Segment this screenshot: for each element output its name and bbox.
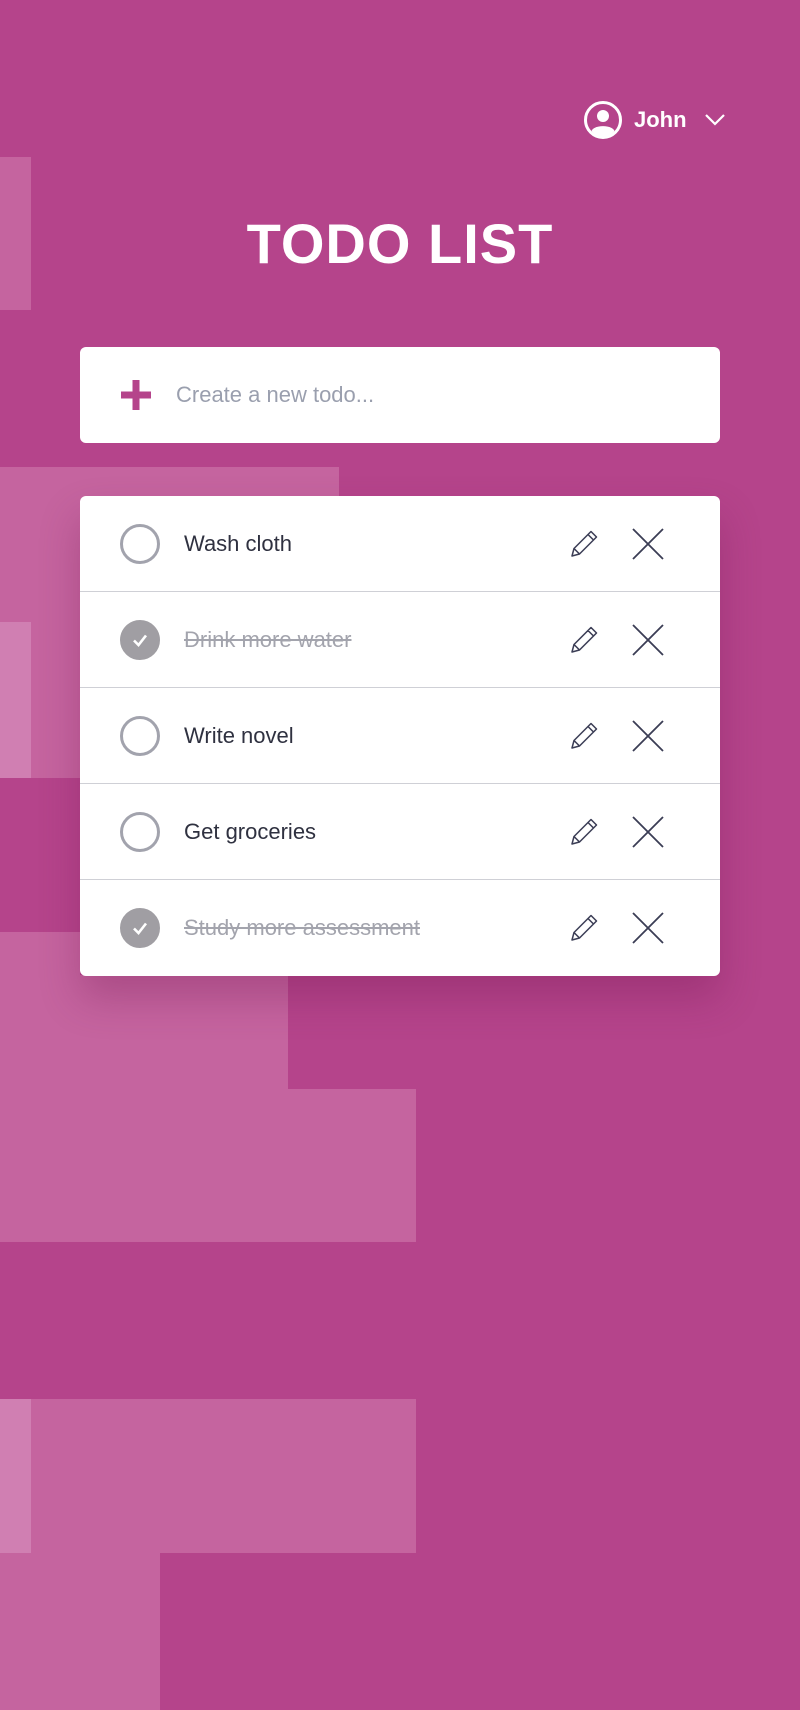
close-icon [632,527,664,560]
background-block [0,1553,160,1710]
edit-button[interactable] [564,812,604,852]
delete-button[interactable] [628,620,668,660]
check-icon [133,634,148,647]
todo-checkbox[interactable] [120,523,160,564]
todo-checkbox[interactable] [120,715,160,756]
todo-text: Drink more water [184,626,352,652]
todo-text: Study more assessment [184,915,420,940]
edit-button[interactable] [564,716,604,756]
delete-button[interactable] [628,908,668,948]
pencil-icon [571,722,598,749]
edit-button[interactable] [564,908,604,948]
todo-text: Wash cloth [184,530,293,556]
todo-item: Wash cloth [80,496,720,592]
delete-button[interactable] [628,716,668,756]
todo-item: Get groceries [80,784,720,880]
check-icon [133,922,148,935]
background-block [0,1089,416,1242]
edit-button[interactable] [564,524,604,564]
user-menu[interactable]: John [583,98,726,142]
todo-checkbox[interactable] [120,619,160,660]
close-icon [632,815,664,848]
user-circle-icon [584,101,622,139]
user-name: John [634,107,687,132]
todo-text: Write novel [184,722,294,748]
pencil-icon [571,530,598,557]
delete-button[interactable] [628,812,668,852]
close-icon [632,912,664,944]
chevron-down-icon [704,114,725,126]
background-block [0,1399,31,1553]
todo-text: Get groceries [184,818,317,844]
todo-item: Drink more water [80,592,720,688]
background-block [0,975,288,1089]
background-block [0,622,31,778]
todo-checkbox[interactable] [120,811,160,852]
pencil-icon [571,818,598,845]
pencil-icon [571,914,598,941]
edit-button[interactable] [564,620,604,660]
delete-button[interactable] [628,524,668,564]
pencil-icon [571,626,598,653]
new-todo-input[interactable] [176,375,676,415]
close-icon [632,719,664,752]
todo-checkbox[interactable] [120,908,160,948]
new-todo-card [80,347,720,443]
close-icon [632,623,664,656]
background-block [0,1399,416,1553]
todo-list: Wash cloth Drink more water Write novel [80,496,720,976]
todo-item: Write novel [80,688,720,784]
todo-item: Study more assessment [80,880,720,976]
plus-icon[interactable] [120,379,152,411]
page-title: TODO LIST [246,212,554,275]
